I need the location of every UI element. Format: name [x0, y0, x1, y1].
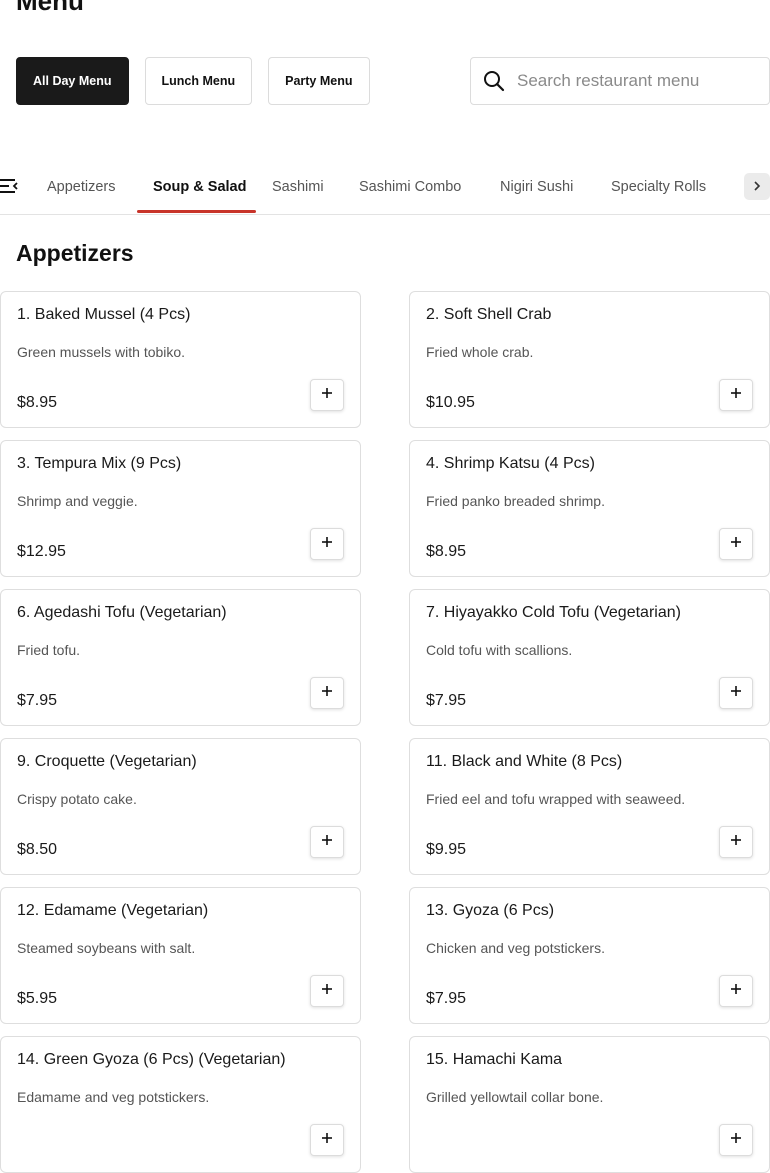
category-soup-salad[interactable]: Soup & Salad — [153, 160, 246, 213]
menu-item-description: Shrimp and veggie. — [17, 493, 138, 509]
menu-item-card[interactable]: 3. Tempura Mix (9 Pcs) Shrimp and veggie.… — [0, 440, 361, 577]
plus-icon — [730, 982, 742, 1000]
menu-item-card[interactable]: 4. Shrimp Katsu (4 Pcs) Fried panko bread… — [409, 440, 770, 577]
menu-item-price: $9.95 — [426, 841, 467, 858]
chevron-right-icon — [752, 178, 762, 196]
menu-item-card[interactable]: 12. Edamame (Vegetarian) Steamed soybeans… — [0, 887, 361, 1024]
page-title: Menu — [16, 0, 84, 16]
active-category-indicator — [137, 210, 256, 213]
search-input[interactable] — [515, 70, 769, 92]
category-sashimi-combo[interactable]: Sashimi Combo — [359, 160, 461, 213]
menu-item-price: $10.95 — [426, 394, 475, 411]
plus-icon — [730, 833, 742, 851]
menu-tab-party[interactable]: Party Menu — [268, 57, 370, 105]
menu-item-name: 14. Green Gyoza (6 Pcs) (Vegetarian) — [17, 1051, 286, 1068]
plus-icon — [730, 1131, 742, 1149]
menu-item-card[interactable]: 7. Hiyayakko Cold Tofu (Vegetarian) Cold … — [409, 589, 770, 726]
menu-item-price: $5.95 — [17, 990, 58, 1007]
plus-icon — [321, 833, 333, 851]
menu-item-name: 11. Black and White (8 Pcs) — [426, 753, 623, 770]
search-box[interactable] — [470, 57, 770, 105]
category-appetizers[interactable]: Appetizers — [47, 160, 116, 213]
add-item-button[interactable] — [310, 975, 344, 1007]
menu-item-card[interactable]: 14. Green Gyoza (6 Pcs) (Vegetarian) Edam… — [0, 1036, 361, 1173]
plus-icon — [730, 386, 742, 404]
menu-item-name: 9. Croquette (Vegetarian) — [17, 753, 197, 770]
add-item-button[interactable] — [719, 826, 753, 858]
menu-item-card[interactable]: 11. Black and White (8 Pcs) Fried eel and… — [409, 738, 770, 875]
menu-item-card[interactable]: 1. Baked Mussel (4 Pcs) Green mussels wit… — [0, 291, 361, 428]
add-item-button[interactable] — [310, 379, 344, 411]
category-sashimi[interactable]: Sashimi — [272, 160, 324, 213]
menu-item-price: $8.95 — [17, 394, 58, 411]
category-nigiri-sushi[interactable]: Nigiri Sushi — [500, 160, 573, 213]
menu-item-name: 1. Baked Mussel (4 Pcs) — [17, 306, 191, 323]
plus-icon — [730, 684, 742, 702]
menu-item-name: 15. Hamachi Kama — [426, 1051, 563, 1068]
menu-item-description: Fried tofu. — [17, 642, 81, 658]
menu-item-name: 4. Shrimp Katsu (4 Pcs) — [426, 455, 595, 472]
add-item-button[interactable] — [719, 975, 753, 1007]
menu-item-price: $12.95 — [17, 543, 66, 560]
menu-item-description: Cold tofu with scallions. — [426, 642, 573, 658]
search-icon — [483, 70, 505, 92]
add-item-button[interactable] — [310, 826, 344, 858]
plus-icon — [321, 535, 333, 553]
menu-item-description: Crispy potato cake. — [17, 791, 137, 807]
menu-item-description: Chicken and veg potstickers. — [426, 940, 605, 956]
menu-item-price: $7.95 — [426, 692, 467, 709]
menu-item-name: 3. Tempura Mix (9 Pcs) — [17, 455, 182, 472]
menu-item-name: 13. Gyoza (6 Pcs) — [426, 902, 555, 919]
menu-item-card[interactable]: 9. Croquette (Vegetarian) Crispy potato c… — [0, 738, 361, 875]
menu-item-card[interactable]: 15. Hamachi Kama Grilled yellowtail colla… — [409, 1036, 770, 1173]
add-item-button[interactable] — [719, 677, 753, 709]
menu-item-description: Steamed soybeans with salt. — [17, 940, 196, 956]
add-item-button[interactable] — [310, 677, 344, 709]
menu-item-description: Fried panko breaded shrimp. — [426, 493, 605, 509]
menu-item-description: Fried eel and tofu wrapped with seaweed. — [426, 791, 686, 807]
plus-icon — [321, 1131, 333, 1149]
menu-item-price: $8.95 — [426, 543, 467, 560]
plus-icon — [321, 386, 333, 404]
menu-item-description: Green mussels with tobiko. — [17, 344, 186, 360]
menu-item-description: Fried whole crab. — [426, 344, 534, 360]
add-item-button[interactable] — [310, 528, 344, 560]
menu-item-price: $7.95 — [426, 990, 467, 1007]
menu-item-description: Edamame and veg potstickers. — [17, 1089, 210, 1105]
list-collapse-icon[interactable] — [0, 178, 18, 194]
plus-icon — [321, 982, 333, 1000]
menu-item-description: Grilled yellowtail collar bone. — [426, 1089, 604, 1105]
plus-icon — [730, 535, 742, 553]
plus-icon — [321, 684, 333, 702]
menu-tabs: All Day Menu Lunch Menu Party Menu — [16, 57, 370, 105]
add-item-button[interactable] — [310, 1124, 344, 1156]
menu-item-name: 6. Agedashi Tofu (Vegetarian) — [17, 604, 227, 621]
menu-item-price: $7.95 — [17, 692, 58, 709]
category-specialty-rolls[interactable]: Specialty Rolls — [611, 160, 706, 213]
menu-item-card[interactable]: 2. Soft Shell Crab Fried whole crab. $10.9… — [409, 291, 770, 428]
add-item-button[interactable] — [719, 528, 753, 560]
menu-item-name: 12. Edamame (Vegetarian) — [17, 902, 209, 919]
menu-tab-all-day[interactable]: All Day Menu — [16, 57, 129, 105]
menu-item-name: 7. Hiyayakko Cold Tofu (Vegetarian) — [426, 604, 681, 621]
menu-item-price: $8.50 — [17, 841, 58, 858]
menu-tab-lunch[interactable]: Lunch Menu — [144, 57, 253, 105]
add-item-button[interactable] — [719, 1124, 753, 1156]
menu-item-card[interactable]: 13. Gyoza (6 Pcs) Chicken and veg potstic… — [409, 887, 770, 1024]
category-next-button[interactable] — [744, 173, 770, 200]
add-item-button[interactable] — [719, 379, 753, 411]
menu-item-card[interactable]: 6. Agedashi Tofu (Vegetarian) Fried tofu.… — [0, 589, 361, 726]
section-title: Appetizers — [16, 240, 134, 266]
menu-item-name: 2. Soft Shell Crab — [426, 306, 552, 323]
category-nav: Appetizers Soup & Salad Sashimi Sashimi … — [0, 160, 770, 215]
